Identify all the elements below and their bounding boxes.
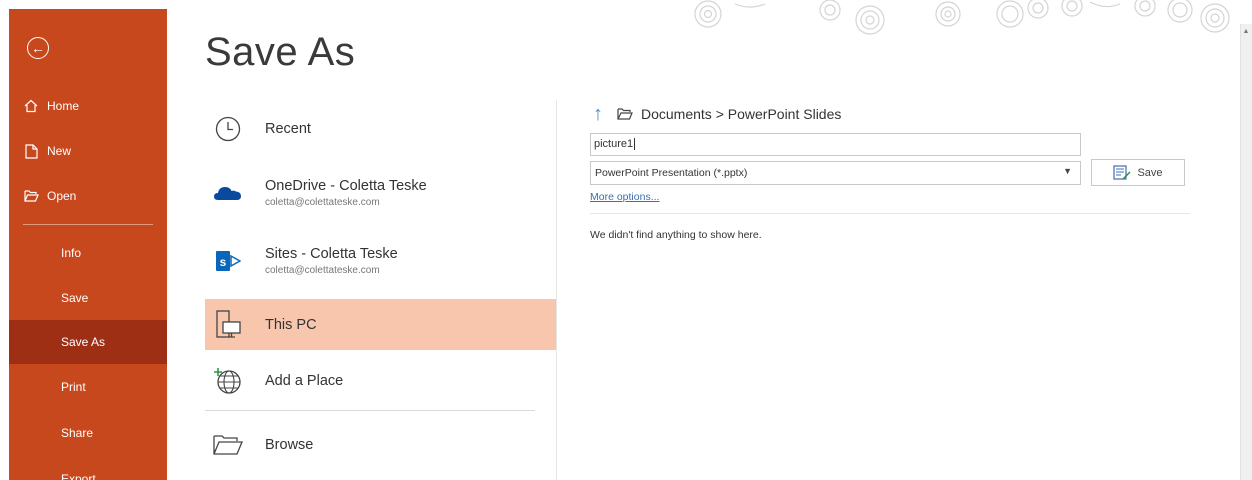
location-sites[interactable]: s Sites - Coletta Teske coletta@colettat…	[205, 232, 556, 290]
sharepoint-icon: s	[211, 244, 245, 278]
save-label: Save	[1137, 166, 1163, 179]
nav-info[interactable]: Info	[9, 231, 167, 275]
scroll-up-icon[interactable]: ▲	[1240, 24, 1252, 38]
save-icon	[1113, 164, 1131, 181]
back-arrow-circle-icon[interactable]: ←	[27, 37, 49, 59]
this-pc-icon	[211, 308, 245, 342]
location-name: OneDrive - Coletta Teske	[265, 177, 427, 194]
nav-save[interactable]: Save	[9, 276, 167, 320]
location-this-pc[interactable]: This PC	[205, 299, 556, 350]
chevron-down-icon: ▼	[1063, 166, 1072, 176]
location-account: coletta@colettateske.com	[265, 196, 380, 208]
nav-label: Save	[61, 291, 89, 305]
filename-value: picture1	[594, 138, 634, 150]
window-frame	[0, 0, 9, 480]
panel-separator	[590, 213, 1190, 214]
nav-open[interactable]: Open	[9, 174, 167, 218]
nav-label: Open	[47, 189, 77, 203]
onedrive-cloud-icon	[211, 176, 245, 210]
location-name: Add a Place	[265, 373, 344, 389]
page-title: Save As	[205, 30, 356, 74]
nav-label: Print	[61, 380, 86, 394]
nav-export[interactable]: Export	[9, 457, 167, 480]
clock-icon	[211, 112, 245, 146]
nav-label: Home	[47, 99, 80, 113]
location-account: coletta@colettateske.com	[265, 265, 380, 276]
nav-home[interactable]: Home	[9, 84, 167, 128]
panel-divider	[556, 100, 557, 480]
decorative-pattern	[694, 0, 1230, 35]
nav-save-as[interactable]: Save As	[9, 320, 167, 364]
nav-label: Save As	[61, 335, 106, 349]
up-arrow-icon[interactable]: ↑	[593, 104, 603, 124]
nav-print[interactable]: Print	[9, 365, 167, 409]
svg-text:s: s	[220, 255, 227, 269]
location-add-a-place[interactable]: Add a Place	[205, 356, 556, 406]
nav-label: Share	[61, 426, 94, 440]
location-divider	[205, 410, 535, 411]
nav-share[interactable]: Share	[9, 411, 167, 455]
breadcrumb-path[interactable]: Documents > PowerPoint Slides	[641, 106, 841, 122]
filename-input[interactable]: picture1	[590, 133, 1081, 156]
folder-icon	[617, 108, 633, 120]
filetype-value: PowerPoint Presentation (*.pptx)	[595, 167, 748, 179]
location-name: Browse	[265, 437, 314, 453]
location-name: This PC	[265, 316, 317, 333]
nav-label: Export	[61, 472, 96, 480]
location-onedrive[interactable]: OneDrive - Coletta Teske coletta@coletta…	[205, 165, 556, 220]
browse-folder-icon	[211, 428, 245, 462]
nav-divider	[23, 224, 153, 225]
open-folder-icon	[23, 188, 39, 204]
new-document-icon	[23, 143, 39, 159]
filetype-select[interactable]: PowerPoint Presentation (*.pptx) ▼	[590, 161, 1081, 185]
location-recent[interactable]: Recent	[205, 104, 556, 154]
empty-message: We didn't find anything to show here.	[590, 229, 762, 241]
add-place-globe-icon	[211, 364, 245, 398]
nav-label: New	[47, 144, 72, 158]
nav-new[interactable]: New	[9, 129, 167, 173]
save-button[interactable]: Save	[1091, 159, 1185, 186]
backstage-sidebar: ← Home New Open Info Save Save As Print …	[9, 9, 167, 480]
location-name: Recent	[265, 121, 311, 137]
breadcrumb: ↑ Documents > PowerPoint Slides	[593, 104, 841, 124]
vertical-scrollbar[interactable]	[1240, 24, 1252, 480]
location-browse[interactable]: Browse	[205, 420, 556, 470]
location-name: Sites - Coletta Teske	[265, 246, 398, 262]
home-icon	[23, 98, 39, 114]
more-options-link[interactable]: More options...	[590, 191, 659, 203]
nav-label: Info	[61, 246, 82, 260]
